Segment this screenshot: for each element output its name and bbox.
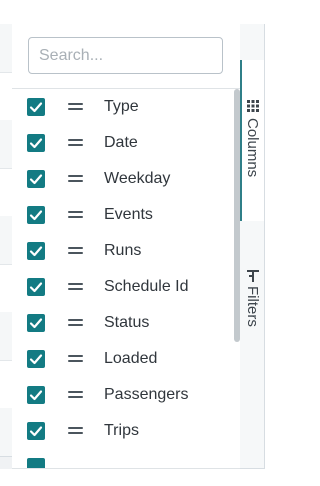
checkbox[interactable] — [27, 278, 45, 296]
column-item-type[interactable]: Type — [12, 89, 234, 125]
grid-row — [0, 408, 12, 457]
column-list: Type Date Weekday Events Runs Schedule I… — [12, 89, 234, 468]
active-tab-indicator — [240, 60, 242, 221]
column-label: Status — [104, 314, 150, 331]
column-item-partial[interactable] — [12, 449, 234, 468]
check-icon — [29, 246, 43, 257]
column-item-weekday[interactable]: Weekday — [12, 161, 234, 197]
column-label: Runs — [104, 242, 142, 259]
checkbox[interactable] — [27, 350, 45, 368]
column-label: Weekday — [104, 170, 171, 187]
drag-handle-icon[interactable] — [68, 278, 84, 296]
checkbox[interactable] — [27, 134, 45, 152]
drag-handle-icon[interactable] — [68, 422, 84, 440]
column-item-trips[interactable]: Trips — [12, 413, 234, 449]
tab-columns[interactable]: Columns — [240, 60, 264, 221]
drag-handle-icon[interactable] — [68, 134, 84, 152]
checkbox[interactable] — [27, 98, 45, 116]
check-icon — [29, 426, 43, 437]
drag-handle-icon[interactable] — [68, 170, 84, 188]
grid-row — [0, 120, 12, 169]
grid-row — [0, 312, 12, 361]
checkbox[interactable] — [27, 170, 45, 188]
grid-row — [0, 264, 12, 313]
column-item-events[interactable]: Events — [12, 197, 234, 233]
checkbox[interactable] — [27, 314, 45, 332]
drag-handle-icon[interactable] — [68, 350, 84, 368]
column-label: Date — [104, 134, 138, 151]
check-icon — [29, 390, 43, 401]
column-label: Schedule Id — [104, 278, 189, 295]
drag-handle-icon[interactable] — [68, 98, 84, 116]
checkbox[interactable] — [27, 422, 45, 440]
drag-handle-icon[interactable] — [68, 386, 84, 404]
column-label: Trips — [104, 422, 139, 439]
drag-handle-icon[interactable] — [68, 242, 84, 260]
search-bar — [12, 24, 240, 89]
column-label: Passengers — [104, 386, 189, 403]
grid-horizontal-scrollbar[interactable] — [0, 456, 12, 469]
column-item-loaded[interactable]: Loaded — [12, 341, 234, 377]
checkbox[interactable] — [27, 206, 45, 224]
tab-columns-label: Columns — [244, 118, 261, 178]
check-icon — [29, 138, 43, 149]
checkbox[interactable] — [27, 458, 45, 468]
grid-row — [0, 216, 12, 265]
column-label: Loaded — [104, 350, 158, 367]
tab-filters[interactable]: Filters — [240, 258, 264, 348]
drag-handle-icon[interactable] — [68, 206, 84, 224]
grid-row — [0, 24, 12, 73]
checkbox[interactable] — [27, 386, 45, 404]
column-item-status[interactable]: Status — [12, 305, 234, 341]
check-icon — [29, 318, 43, 329]
grid-row — [0, 360, 12, 409]
column-item-date[interactable]: Date — [12, 125, 234, 161]
grid-row — [0, 168, 12, 217]
column-label: Events — [104, 206, 153, 223]
grid-row — [0, 72, 12, 121]
column-item-passengers[interactable]: Passengers — [12, 377, 234, 413]
check-icon — [29, 174, 43, 185]
columns-tool-panel: Type Date Weekday Events Runs Schedule I… — [12, 24, 241, 469]
grid-icon — [247, 100, 259, 112]
drag-handle-icon[interactable] — [68, 314, 84, 332]
tab-filters-label: Filters — [244, 286, 261, 327]
check-icon — [29, 354, 43, 365]
check-icon — [29, 102, 43, 113]
side-bar: Columns Filters — [240, 24, 265, 469]
column-item-schedule-id[interactable]: Schedule Id — [12, 269, 234, 305]
column-item-runs[interactable]: Runs — [12, 233, 234, 269]
checkbox[interactable] — [27, 242, 45, 260]
filter-icon — [247, 270, 259, 282]
column-label: Type — [104, 98, 139, 115]
check-icon — [29, 210, 43, 221]
check-icon — [29, 282, 43, 293]
search-input[interactable] — [28, 37, 223, 74]
